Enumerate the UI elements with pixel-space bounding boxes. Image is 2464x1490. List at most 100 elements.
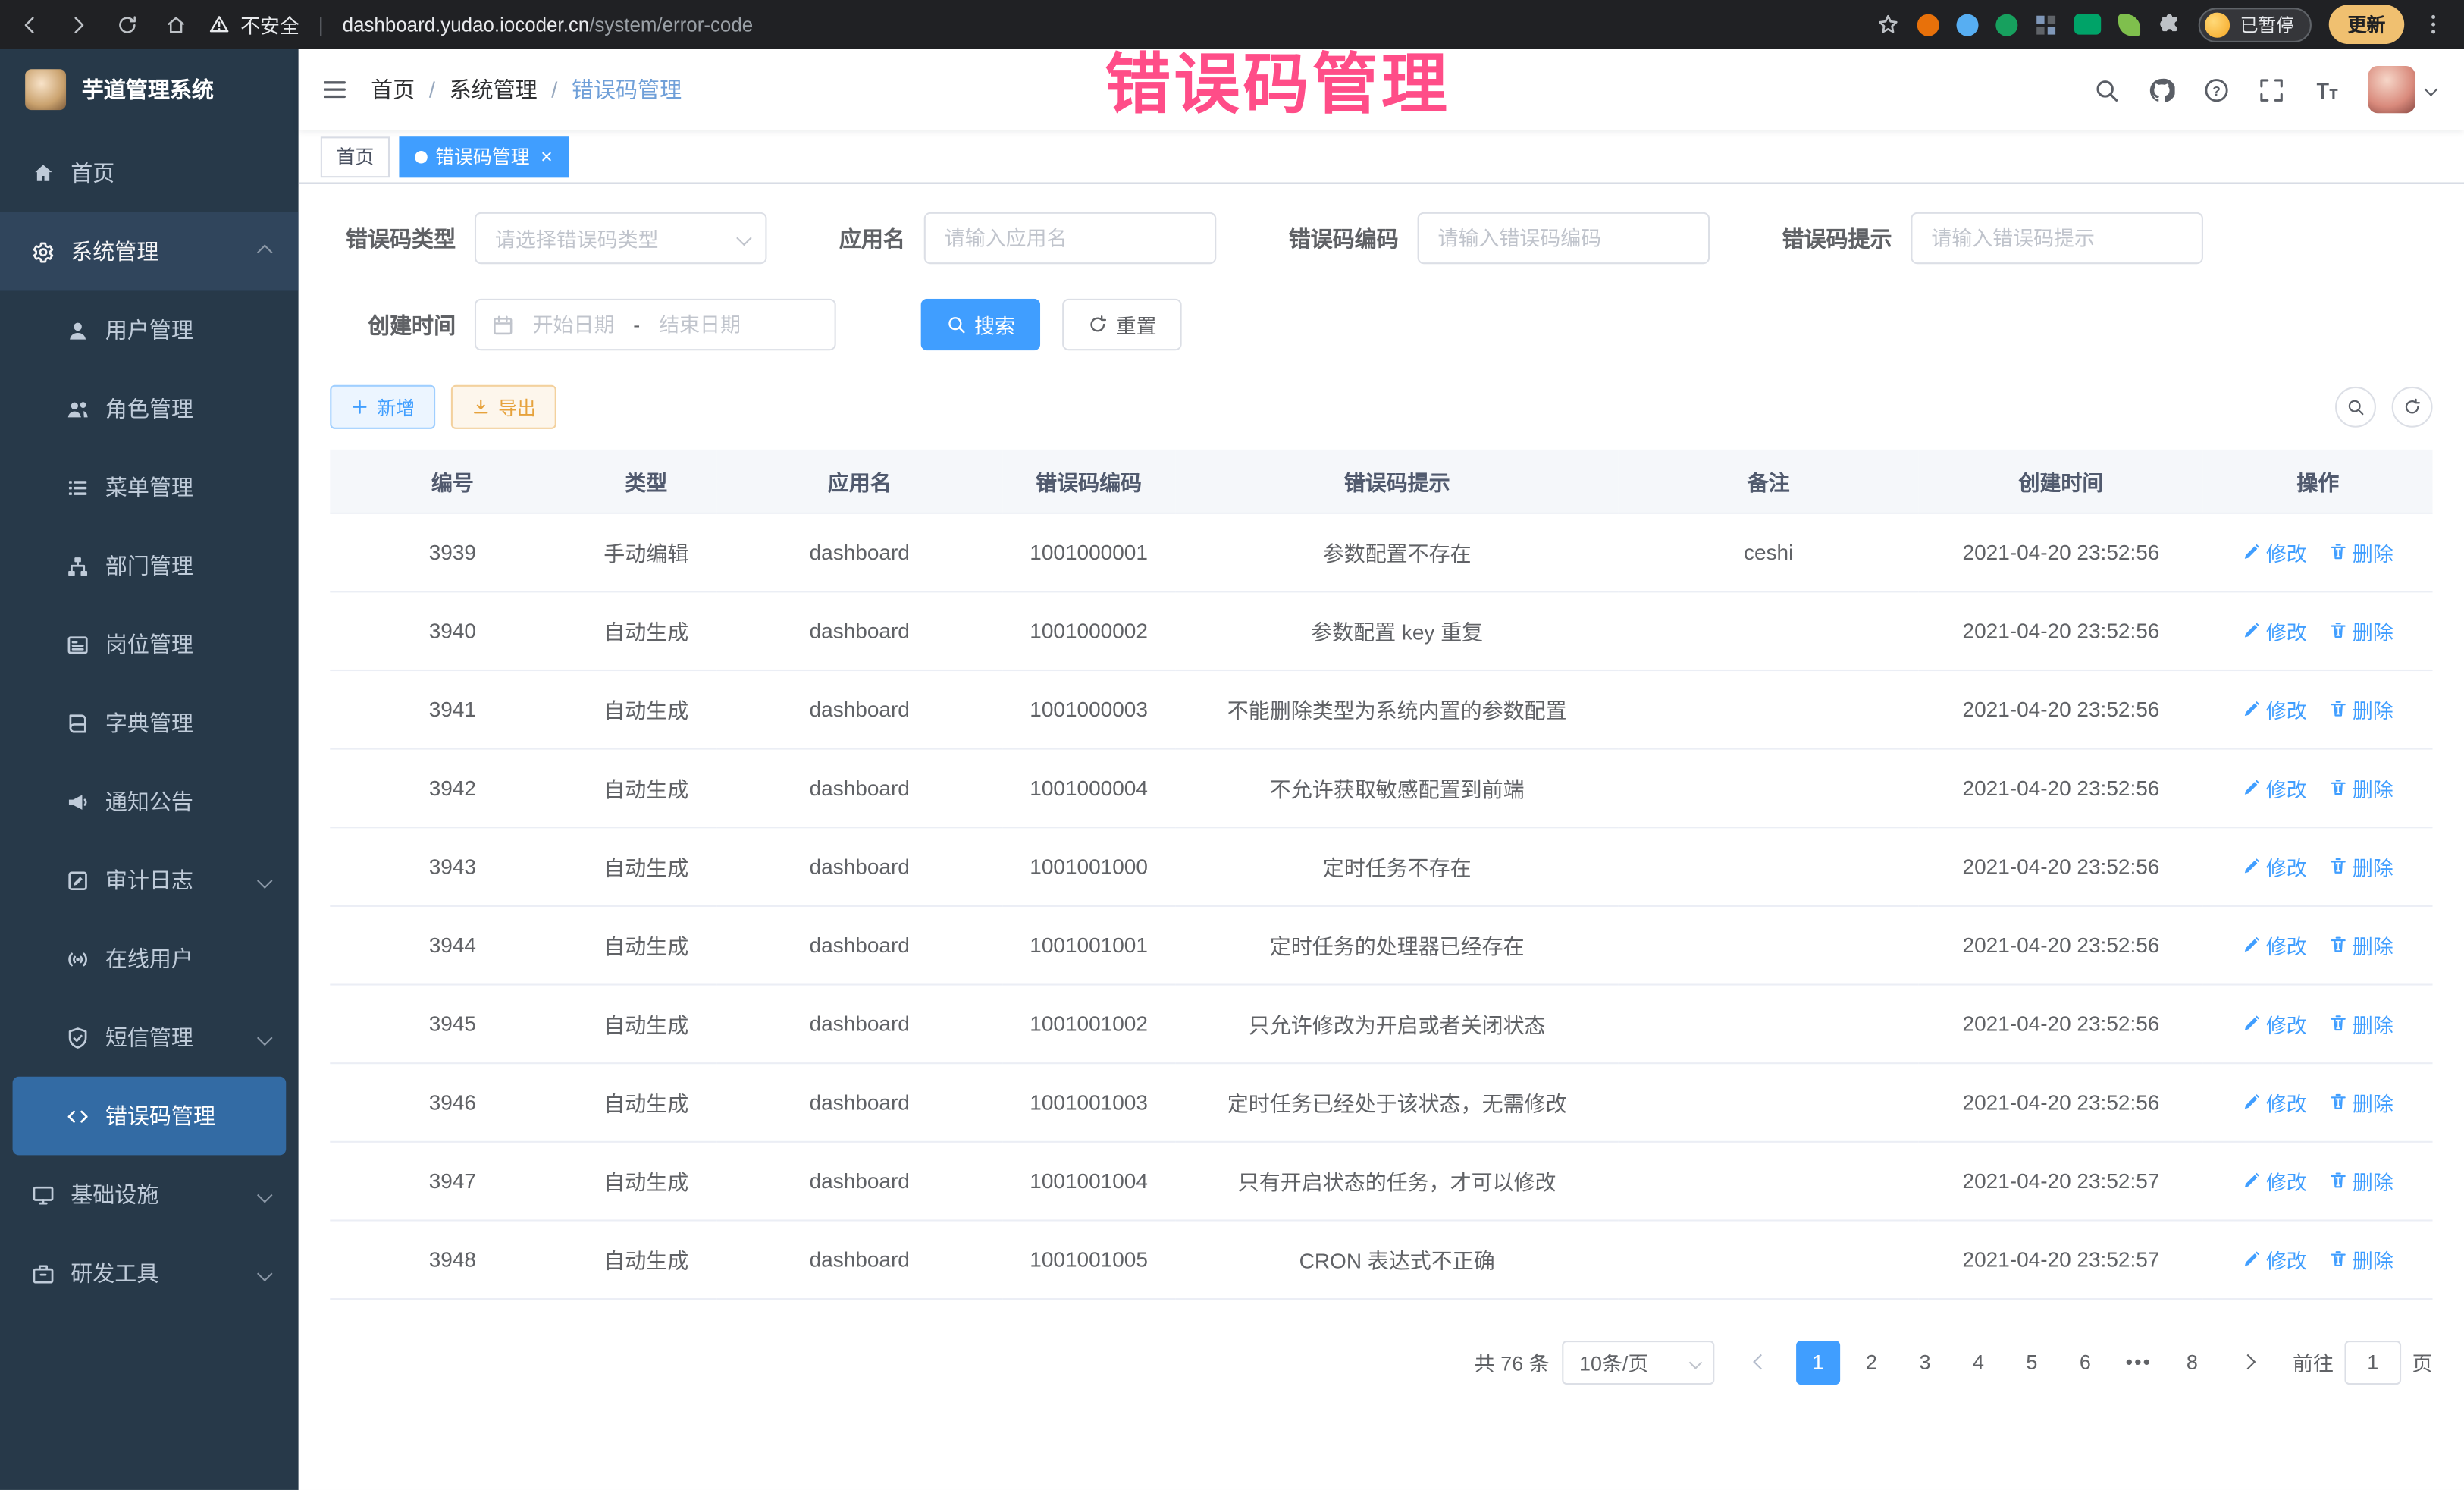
bookmark-star-icon[interactable]: [1877, 13, 1901, 36]
export-button[interactable]: 导出: [451, 385, 556, 429]
edit-link[interactable]: 修改: [2243, 1244, 2307, 1274]
pager-page-3[interactable]: 3: [1903, 1340, 1947, 1384]
pager-page-8[interactable]: 8: [2170, 1340, 2214, 1384]
extension-icon-orange[interactable]: [1918, 14, 1940, 36]
sidebar-item-sms-management[interactable]: 短信管理: [0, 998, 299, 1077]
browser-reload-button[interactable]: [116, 14, 138, 36]
create-time-range-picker[interactable]: -: [475, 299, 836, 350]
sidebar-item-post-management[interactable]: 岗位管理: [0, 605, 299, 684]
user-management-icon: [66, 318, 89, 342]
sidebar-collapse-button[interactable]: [321, 75, 349, 103]
tab-error-code[interactable]: 错误码管理 ×: [399, 136, 568, 177]
font-size-icon[interactable]: [2313, 77, 2340, 103]
address-bar[interactable]: 不安全 | dashboard.yudao.iocoder.cn/system/…: [209, 9, 754, 39]
search-icon[interactable]: [2093, 77, 2120, 103]
delete-link[interactable]: 删除: [2329, 694, 2393, 723]
sidebar-item-role-management[interactable]: 角色管理: [0, 369, 299, 448]
sidebar-item-menu-management[interactable]: 菜单管理: [0, 448, 299, 527]
edit-link[interactable]: 修改: [2243, 1008, 2307, 1038]
start-date-input[interactable]: [525, 312, 622, 336]
pager-more[interactable]: •••: [2117, 1340, 2161, 1384]
sidebar-item-home[interactable]: 首页: [0, 133, 299, 212]
sidebar-item-system-management[interactable]: 系统管理: [0, 212, 299, 291]
cell-hint: 参数配置不存在: [1176, 513, 1619, 591]
error-code-input[interactable]: [1418, 212, 1710, 264]
search-button[interactable]: 搜索: [921, 299, 1041, 350]
browser-profile-chip[interactable]: 已暂停: [2199, 7, 2312, 42]
extension-icon-leaf[interactable]: [2119, 14, 2141, 36]
edit-link[interactable]: 修改: [2243, 537, 2307, 566]
tab-home[interactable]: 首页: [321, 136, 390, 177]
edit-link[interactable]: 修改: [2243, 773, 2307, 802]
delete-link[interactable]: 删除: [2329, 773, 2393, 802]
reset-button[interactable]: 重置: [1062, 299, 1182, 350]
delete-link[interactable]: 删除: [2329, 851, 2393, 880]
goto-page-input[interactable]: [2344, 1340, 2401, 1384]
fullscreen-icon[interactable]: [2258, 77, 2284, 103]
sidebar-item-notice[interactable]: 通知公告: [0, 762, 299, 841]
sidebar-item-dev-tools[interactable]: 研发工具: [0, 1234, 299, 1313]
sidebar-item-infrastructure[interactable]: 基础设施: [0, 1155, 299, 1234]
edit-link[interactable]: 修改: [2243, 694, 2307, 723]
sidebar-item-error-code-management[interactable]: 错误码管理: [13, 1077, 287, 1156]
extensions-puzzle-icon[interactable]: [2158, 13, 2182, 36]
edit-link[interactable]: 修改: [2243, 1087, 2307, 1116]
edit-link[interactable]: 修改: [2243, 615, 2307, 645]
filter-code-label: 错误码编码: [1289, 222, 1418, 253]
pager-page-5[interactable]: 5: [2010, 1340, 2054, 1384]
edit-link[interactable]: 修改: [2243, 1165, 2307, 1195]
edit-link[interactable]: 修改: [2243, 930, 2307, 959]
cell-app: dashboard: [717, 905, 1002, 984]
delete-link[interactable]: 删除: [2329, 615, 2393, 645]
table-row: 3942自动生成dashboard1001000004不允许获取敏感配置到前端2…: [330, 748, 2432, 827]
delete-link[interactable]: 删除: [2329, 1087, 2393, 1116]
delete-link[interactable]: 删除: [2329, 1165, 2393, 1195]
pager-page-1[interactable]: 1: [1796, 1340, 1840, 1384]
page-size-select[interactable]: 10条/页: [1562, 1340, 1714, 1384]
search-button-label: 搜索: [974, 309, 1015, 339]
address-url[interactable]: dashboard.yudao.iocoder.cn/system/error-…: [343, 14, 754, 36]
delete-link[interactable]: 删除: [2329, 537, 2393, 566]
help-icon[interactable]: ?: [2203, 77, 2230, 103]
pager-page-2[interactable]: 2: [1850, 1340, 1894, 1384]
breadcrumb-home[interactable]: 首页: [371, 74, 415, 105]
browser-home-button[interactable]: [165, 14, 187, 36]
browser-forward-button[interactable]: [67, 14, 89, 36]
extension-icon-green[interactable]: [1996, 14, 2018, 36]
sidebar-item-online-users[interactable]: 在线用户: [0, 920, 299, 999]
browser-back-button[interactable]: [19, 14, 41, 36]
sidebar-item-dept-management[interactable]: 部门管理: [0, 526, 299, 605]
tab-close-icon[interactable]: ×: [541, 145, 553, 168]
breadcrumb-system[interactable]: 系统管理: [450, 74, 538, 105]
pager-page-4[interactable]: 4: [1956, 1340, 2000, 1384]
pager-next-button[interactable]: [2227, 1340, 2271, 1384]
sidebar-item-audit-log[interactable]: 审计日志: [0, 841, 299, 920]
goto-label: 前往: [2293, 1347, 2334, 1376]
refresh-table-button[interactable]: [2392, 387, 2433, 428]
delete-link[interactable]: 删除: [2329, 1008, 2393, 1038]
pager-page-6[interactable]: 6: [2063, 1340, 2107, 1384]
notice-icon: [66, 790, 89, 814]
app-logo: [25, 69, 66, 110]
edit-link[interactable]: 修改: [2243, 851, 2307, 880]
cell-hint: 参数配置 key 重复: [1176, 591, 1619, 670]
end-date-input[interactable]: [651, 312, 749, 336]
toggle-search-button[interactable]: [2335, 387, 2376, 428]
extension-icon-squares[interactable]: [2036, 14, 2058, 36]
user-avatar-menu[interactable]: [2368, 66, 2436, 113]
cell-actions: 修改删除: [2203, 591, 2432, 670]
pager-prev-button[interactable]: [1739, 1340, 1783, 1384]
sidebar-item-user-management[interactable]: 用户管理: [0, 290, 299, 369]
error-hint-input[interactable]: [1911, 212, 2203, 264]
extension-icon-blue-drop[interactable]: [1958, 14, 1980, 36]
add-button[interactable]: 新增: [330, 385, 435, 429]
delete-link[interactable]: 删除: [2329, 930, 2393, 959]
app-name-input[interactable]: [924, 212, 1217, 264]
sidebar-item-dict-management[interactable]: 字典管理: [0, 684, 299, 763]
github-icon[interactable]: [2148, 77, 2174, 103]
error-type-select[interactable]: 请选择错误码类型: [475, 212, 767, 264]
browser-update-button[interactable]: 更新: [2329, 5, 2405, 44]
browser-menu-icon[interactable]: [2422, 13, 2445, 36]
delete-link[interactable]: 删除: [2329, 1244, 2393, 1274]
extension-icon-switch[interactable]: [2075, 14, 2102, 35]
